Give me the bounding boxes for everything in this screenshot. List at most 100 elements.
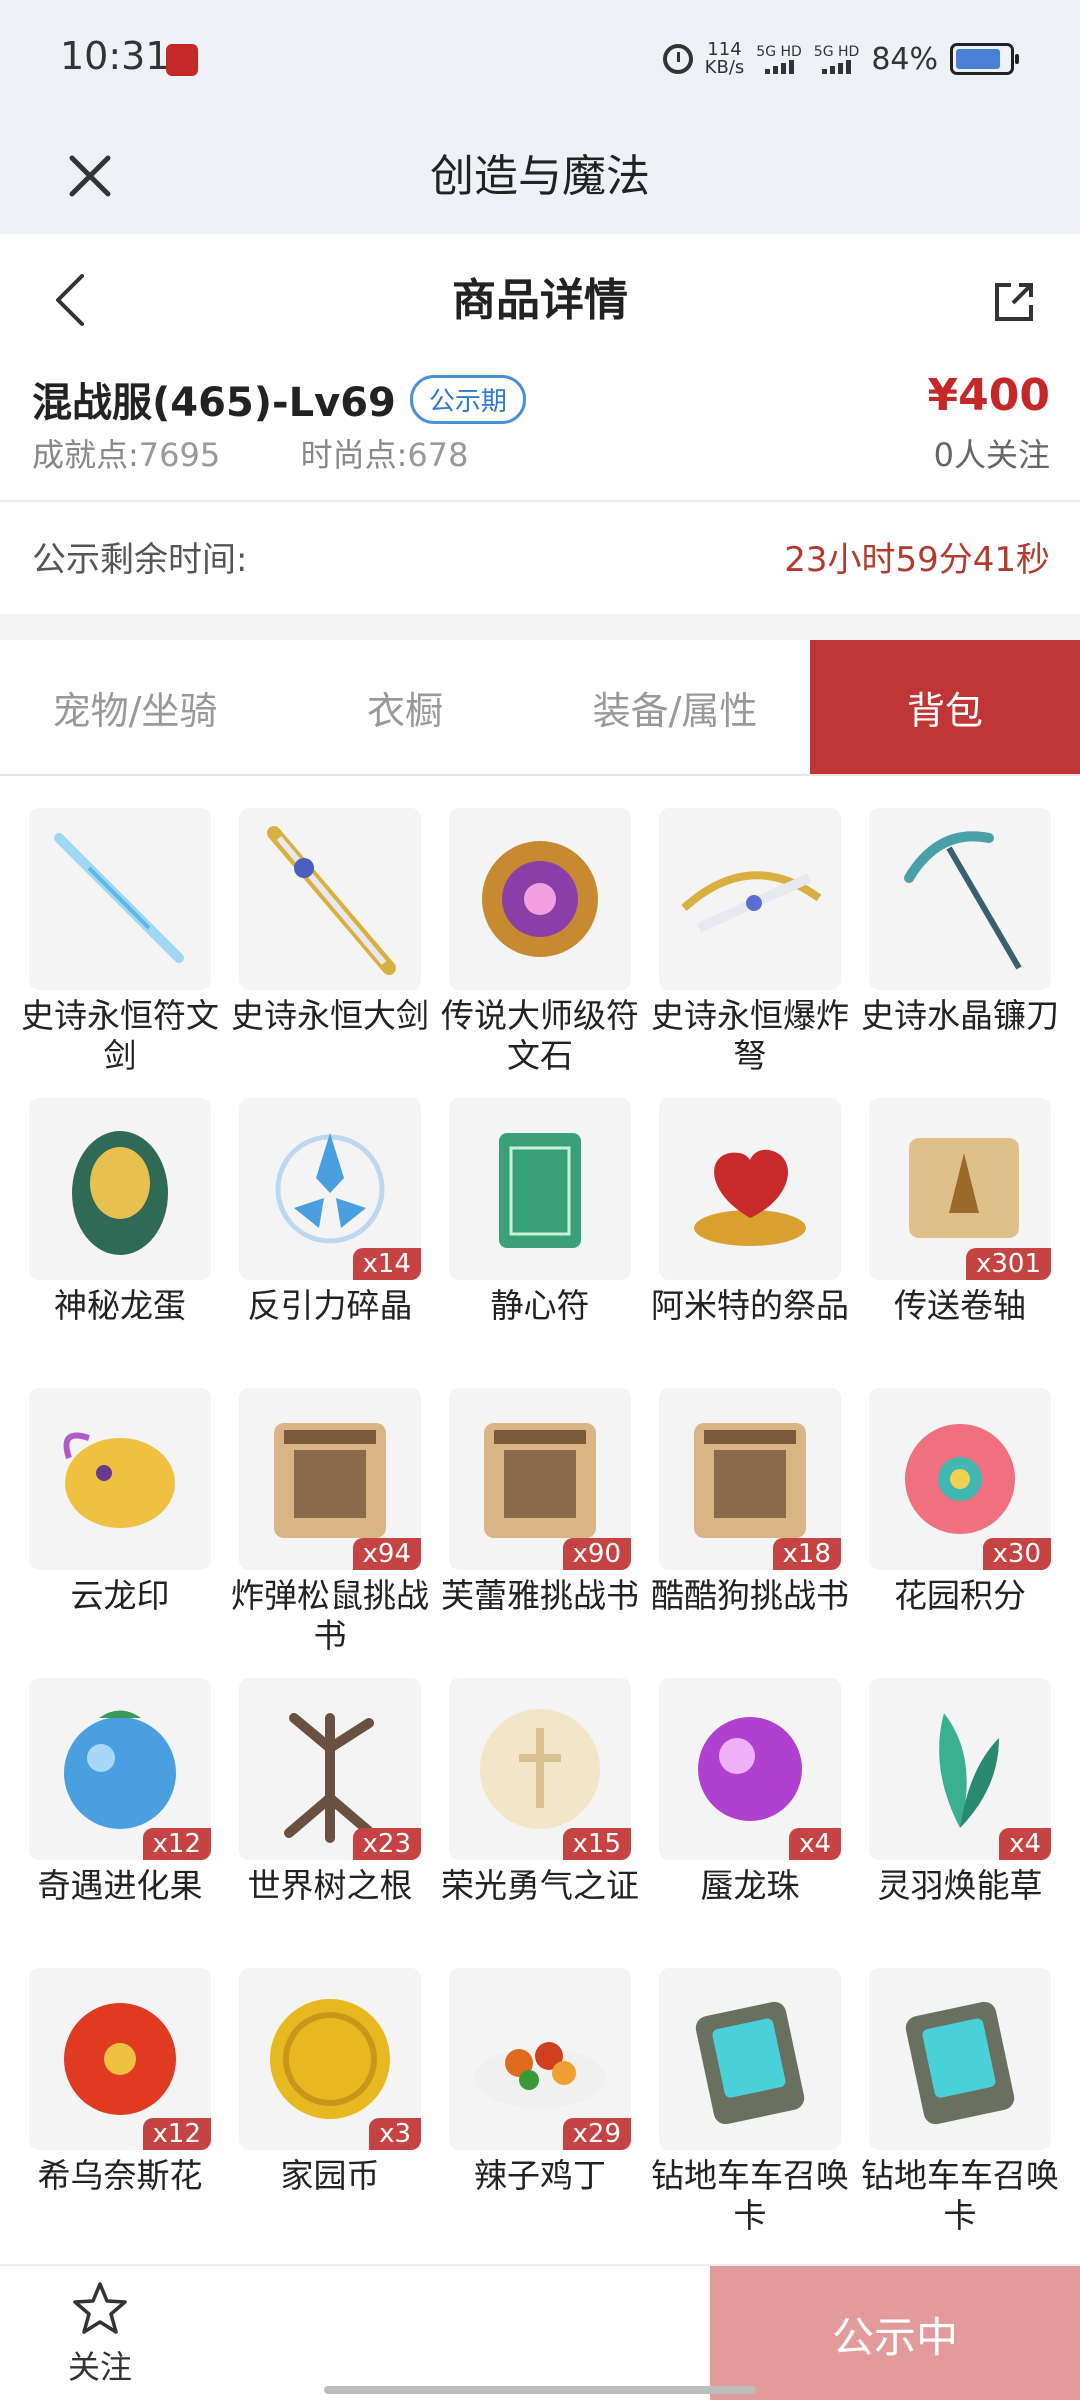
net-speed: 114 KB/s [704,39,745,78]
backpack-item[interactable]: 史诗永恒爆炸弩 [651,808,849,1098]
detail-header: 商品详情 [0,234,1080,368]
item-quantity-badge: x301 [965,1248,1051,1280]
follow-label: 关注 [67,2348,132,2386]
item-thumbnail: x12 [29,1968,211,2150]
tab-wardrobe[interactable]: 衣橱 [270,640,540,774]
item-thumbnail: x15 [449,1678,631,1860]
item-name: 蜃龙珠 [700,1866,800,1905]
countdown-value: 23小时59分41秒 [784,540,1050,580]
backpack-item[interactable]: x18 酷酷狗挑战书 [651,1388,849,1678]
backpack-item[interactable]: 神秘龙蛋 [29,1098,211,1388]
item-name: 静心符 [490,1286,590,1325]
backpack-item[interactable]: 传说大师级符文石 [441,808,639,1098]
item-name: 阿米特的祭品 [651,1286,849,1325]
backpack-item[interactable]: x12 希乌奈斯花 [29,1968,211,2258]
item-name: 云龙印 [70,1576,170,1615]
backpack-item[interactable]: x30 花园积分 [869,1388,1051,1678]
status-bar: 10:31 114 KB/s 5G HD 5G HD 84% [0,0,1080,120]
item-name: 希乌奈斯花 [37,2156,203,2195]
item-thumbnail: x14 [239,1098,421,1280]
battery-percent: 84% [871,41,938,77]
signal-1-icon: 5G HD [756,44,802,74]
backpack-item[interactable]: 史诗水晶镰刀 [861,808,1059,1098]
item-quantity-badge: x23 [352,1828,421,1860]
scythe-icon [904,831,1022,970]
chevron-left-icon [56,274,84,326]
item-thumbnail [659,1968,841,2150]
backpack-item[interactable]: x94 炸弹松鼠挑战书 [231,1388,429,1678]
backpack-item[interactable]: 钻地车车召唤卡 [651,1968,849,2258]
backpack-item[interactable]: 钻地车车召唤卡 [861,1968,1059,2258]
backpack-item[interactable]: x29 辣子鸡丁 [449,1968,631,2258]
close-button[interactable] [60,146,120,206]
close-icon [69,155,111,197]
backpack-item[interactable]: 史诗永恒符文剑 [21,808,219,1098]
backpack-item[interactable]: x3 家园币 [239,1968,421,2258]
back-button[interactable] [40,270,100,330]
item-thumbnail: x30 [869,1388,1051,1570]
item-thumbnail [869,808,1051,990]
backpack-grid: 史诗永恒符文剑 史诗永恒大剑 传说大师级符文石 史诗永恒爆炸弩 史诗水晶镰刀 神秘龙蛋 x1… [21,808,1059,2258]
backpack-item[interactable]: x4 灵羽焕能草 [869,1678,1051,1968]
backpack-item[interactable]: 史诗永恒大剑 [231,808,429,1098]
backpack-item[interactable]: 云龙印 [29,1388,211,1678]
item-quantity-badge: x4 [999,1828,1051,1860]
item-name: 灵羽焕能草 [877,1866,1043,1905]
backpack-item[interactable]: x14 反引力碎晶 [239,1098,421,1388]
tab-equipment[interactable]: 装备/属性 [540,640,810,774]
item-name: 史诗水晶镰刀 [861,996,1059,1035]
item-thumbnail: x12 [29,1678,211,1860]
heart-offering-icon [694,1149,806,1246]
backpack-item[interactable]: 阿米特的祭品 [651,1098,849,1388]
tab-backpack[interactable]: 背包 [810,640,1080,774]
item-thumbnail: x18 [659,1388,841,1570]
item-quantity-badge: x12 [142,1828,211,1860]
app-header: 创造与魔法 [0,120,1080,234]
alarm-icon [662,44,693,74]
item-name: 炸弹松鼠挑战书 [231,1576,429,1655]
follow-button[interactable]: 关注 [40,2280,160,2390]
item-name: 芙蕾雅挑战书 [441,1576,639,1615]
item-quantity-badge: x15 [562,1828,631,1860]
item-thumbnail: x23 [239,1678,421,1860]
section-gap [0,614,1080,640]
item-quantity-badge: x4 [789,1828,841,1860]
summon-card-icon [905,2001,1015,2125]
backpack-item[interactable]: x301 传送卷轴 [869,1098,1051,1388]
home-indicator[interactable] [324,2386,756,2394]
item-name: 奇遇进化果 [37,1866,203,1905]
crossbow-icon [681,871,822,933]
tab-pets-mounts[interactable]: 宠物/坐骑 [0,640,270,774]
status-time: 10:31 [60,34,170,78]
item-thumbnail [29,808,211,990]
item-name: 钻地车车召唤卡 [651,2156,849,2235]
status-badge: 公示期 [409,374,526,424]
item-name: 史诗永恒爆炸弩 [651,996,849,1075]
dragon-egg-icon [72,1131,168,1255]
item-name: 家园币 [280,2156,380,2195]
backpack-item[interactable]: x23 世界树之根 [239,1678,421,1968]
backpack-item[interactable]: x90 芙蕾雅挑战书 [441,1388,639,1678]
follower-count: 0人关注 [933,436,1050,474]
signal-2-icon: 5G HD [814,44,859,74]
item-name: 花园积分 [894,1576,1026,1615]
backpack-item[interactable]: x4 蜃龙珠 [659,1678,841,1968]
backpack-item[interactable]: x15 荣光勇气之证 [441,1678,639,1968]
item-name: 酷酷狗挑战书 [651,1576,849,1615]
backpack-item[interactable]: 静心符 [449,1098,631,1388]
share-button[interactable] [984,272,1044,332]
publicity-status-button[interactable]: 公示中 [710,2266,1080,2400]
item-quantity-badge: x12 [142,2118,211,2150]
item-thumbnail: x94 [239,1388,421,1570]
item-thumbnail: x4 [869,1678,1051,1860]
item-thumbnail [449,808,631,990]
battery-icon [950,43,1019,75]
price: ¥400 [927,370,1050,421]
product-stats: 成就点:7695 时尚点:678 [32,436,469,474]
backpack-item[interactable]: x12 奇遇进化果 [29,1678,211,1968]
product-name: 混战服(465)-Lv69 公示期 [32,370,526,428]
item-name: 传说大师级符文石 [441,996,639,1075]
item-thumbnail [659,1098,841,1280]
item-name: 荣光勇气之证 [441,1866,639,1905]
share-icon [995,283,1033,321]
